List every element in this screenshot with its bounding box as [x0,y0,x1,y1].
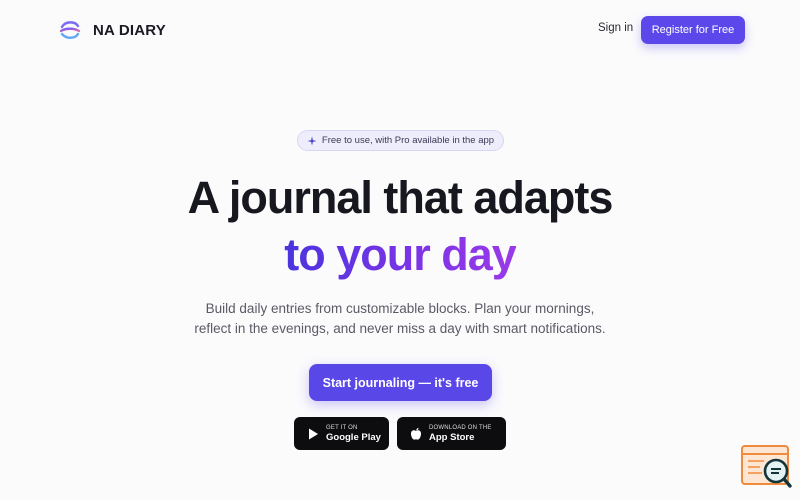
top-nav: NA DIARY Sign in Register for Free [0,0,800,60]
google-play-label: Google Play [326,431,381,443]
badge-text: Free to use, with Pro available in the a… [321,135,495,146]
search-window-icon[interactable] [740,444,792,490]
signin-link[interactable]: Sign in [598,22,633,34]
pro-badge: Free to use, with Pro available in the a… [297,130,504,151]
google-play-small: GET IT ON [326,424,358,431]
start-journaling-button[interactable]: Start journaling — it's free [309,364,492,401]
subtitle-line2: reflect in the evenings, and never miss … [194,321,606,336]
apple-icon [410,427,422,440]
hero-title-gradient-text: to your day [284,229,517,280]
google-play-text: GET IT ON Google Play [326,425,381,443]
brand-name: NA DIARY [93,21,166,39]
hero-subtitle: Build daily entries from customizable bl… [0,299,800,339]
hero-title-line2: to your day [0,229,800,281]
play-icon [309,428,318,439]
google-play-button[interactable]: GET IT ON Google Play [294,417,389,450]
swirl-logo-icon [59,21,81,39]
app-store-text: DOWNLOAD ON THE App Store [429,425,492,443]
app-store-label: App Store [429,431,475,443]
subtitle-line1: Build daily entries from customizable bl… [205,301,595,316]
register-button[interactable]: Register for Free [641,16,745,44]
app-store-small: DOWNLOAD ON THE [429,424,492,431]
brand-logo[interactable]: NA DIARY [58,18,166,42]
app-store-button[interactable]: DOWNLOAD ON THE App Store [397,417,506,450]
hero-title-line1: A journal that adapts [187,172,614,223]
sparkle-icon [307,136,317,145]
